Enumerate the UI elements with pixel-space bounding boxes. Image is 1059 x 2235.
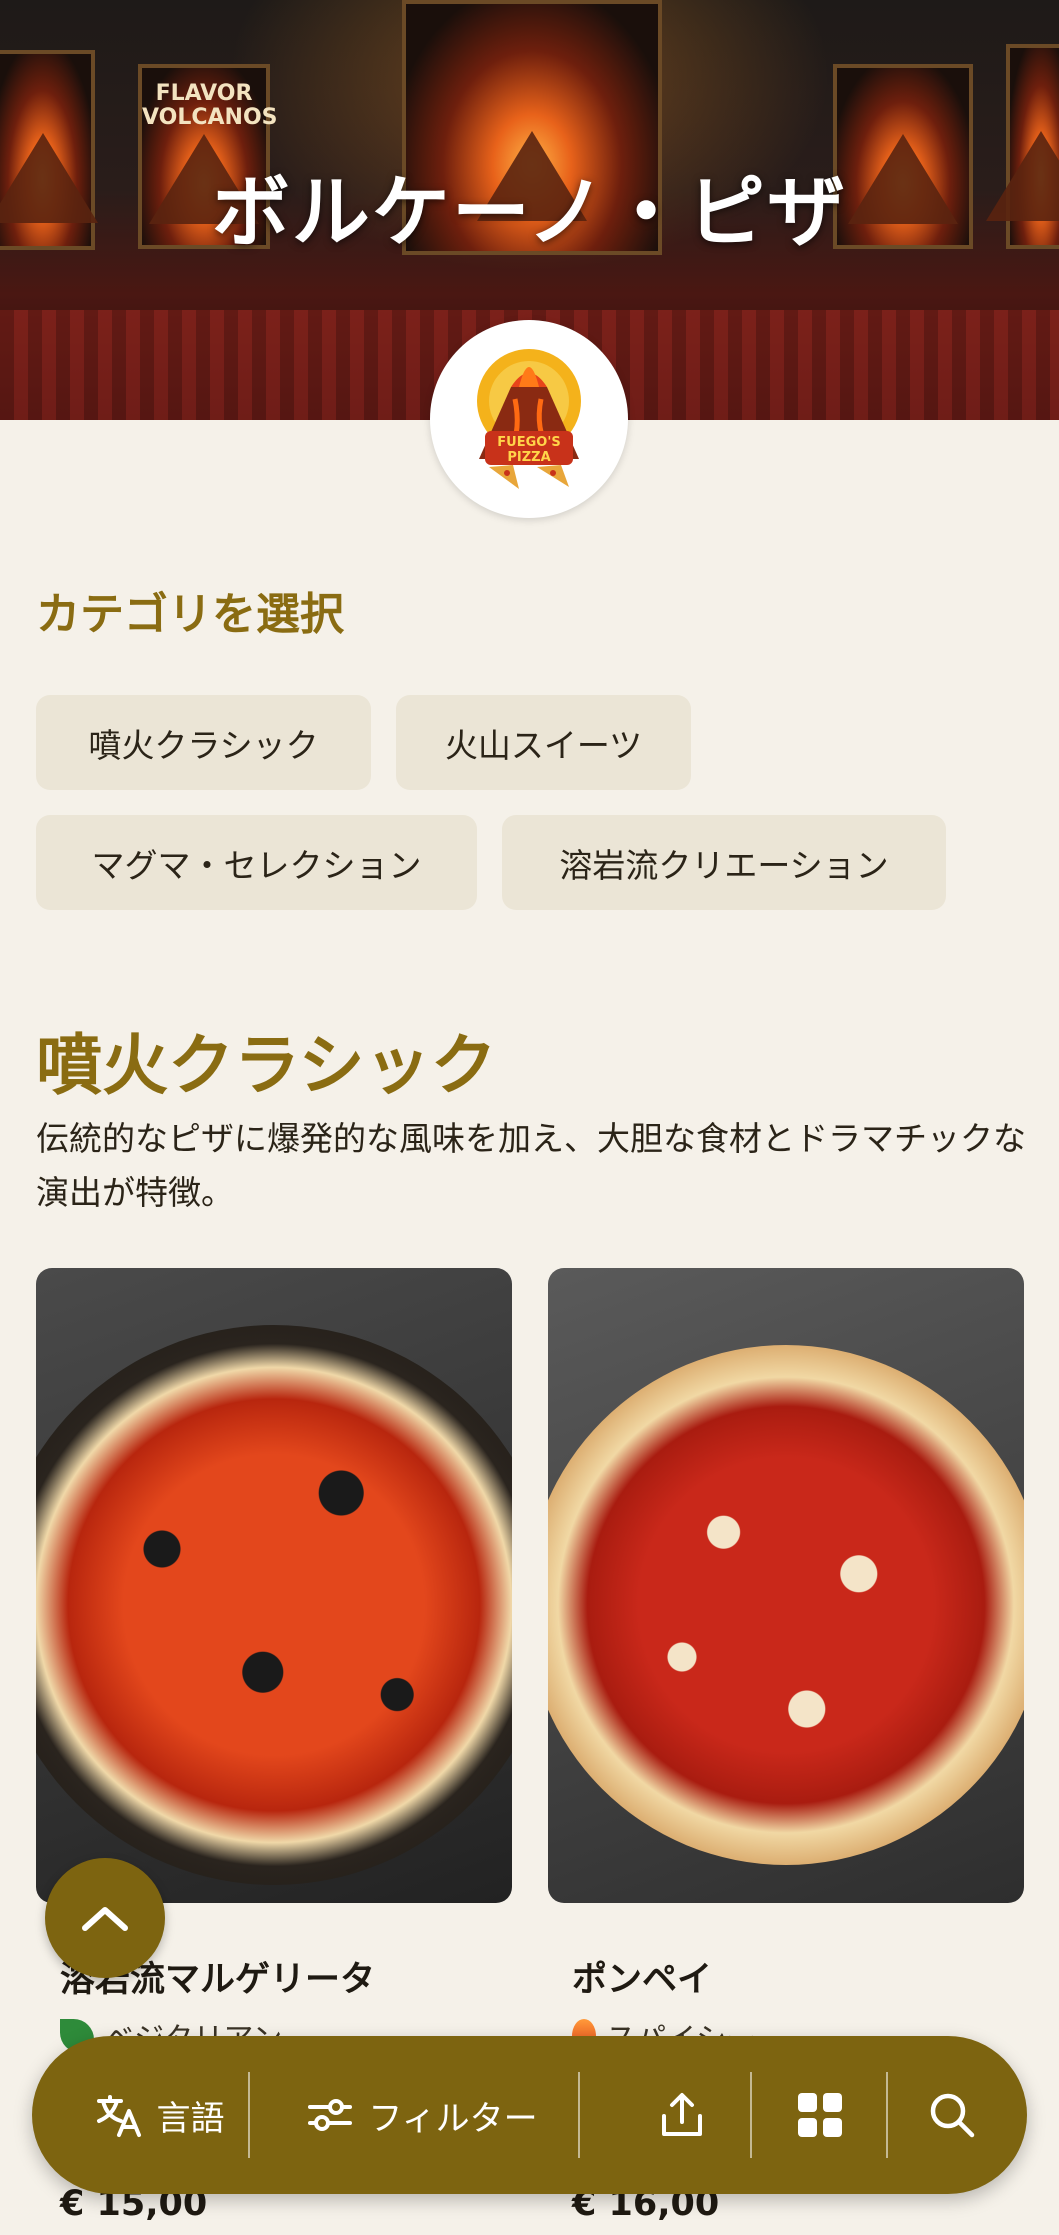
grid-icon: [798, 2093, 842, 2137]
volcano-logo-icon: FUEGO'S PIZZA: [477, 349, 581, 489]
language-label: 言語: [156, 2098, 225, 2139]
svg-text:FUEGO'S: FUEGO'S: [497, 435, 560, 450]
poster-text: FLAVOR VOLCANOS: [142, 81, 278, 130]
product-image[interactable]: [548, 1268, 1024, 1903]
translate-icon: [96, 2095, 141, 2137]
filter-label: フィルター: [368, 2098, 538, 2139]
filter-sliders-icon: [308, 2099, 353, 2131]
search-icon: [930, 2093, 975, 2138]
category-chip[interactable]: 溶岩流クリエーション: [502, 815, 946, 910]
toolbar-divider: [886, 2072, 888, 2158]
grid-view-button[interactable]: [756, 2036, 884, 2194]
filter-button[interactable]: フィルター: [262, 2036, 582, 2194]
search-button[interactable]: [892, 2036, 1012, 2194]
section-title: 噴火クラシック: [36, 1027, 497, 1104]
product-image[interactable]: [36, 1268, 512, 1903]
pizza-image: [548, 1344, 1024, 1865]
category-chip[interactable]: 噴火クラシック: [36, 695, 371, 790]
svg-text:PIZZA: PIZZA: [507, 450, 550, 465]
category-chip[interactable]: 火山スイーツ: [396, 695, 691, 790]
chevron-up-icon: [82, 1907, 128, 1931]
scroll-to-top-button[interactable]: [45, 1858, 165, 1978]
restaurant-logo: FUEGO'S PIZZA: [430, 320, 628, 518]
section-description: 伝統的なピザに爆発的な風味を加え、大胆な食材とドラマチックな演出が特徴。: [36, 1119, 1026, 1212]
product-name[interactable]: ポンペイ: [572, 1951, 712, 2002]
toolbar-divider: [750, 2072, 752, 2158]
bottom-toolbar: 言語 フィルター: [32, 2036, 1027, 2194]
toolbar-divider: [578, 2072, 580, 2158]
category-heading: カテゴリを選択: [36, 589, 344, 640]
toolbar-divider: [248, 2072, 250, 2158]
language-button[interactable]: 言語: [72, 2036, 247, 2194]
share-icon: [662, 2093, 702, 2136]
category-chip[interactable]: マグマ・セレクション: [36, 815, 477, 910]
pizza-image: [36, 1324, 512, 1885]
restaurant-title: ボルケーノ・ピザ: [211, 168, 848, 258]
